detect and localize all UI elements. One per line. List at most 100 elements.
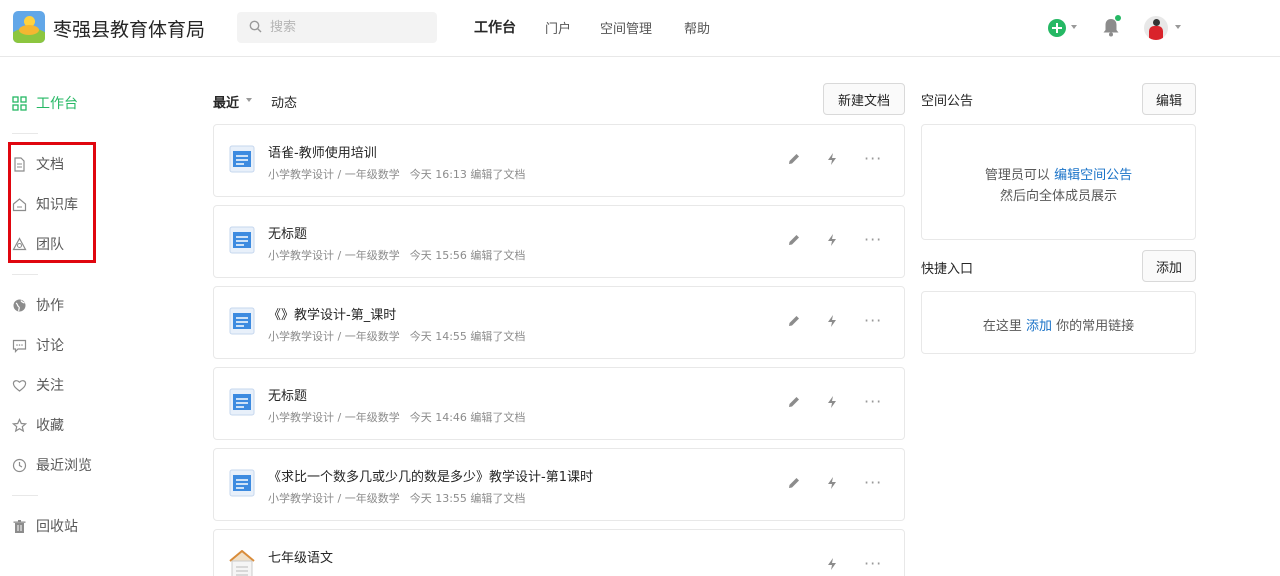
edit-icon[interactable] bbox=[787, 233, 801, 247]
document-time: 今天 14:46 编辑了文档 bbox=[409, 411, 526, 424]
filter-chevron-down-icon[interactable] bbox=[246, 98, 252, 102]
more-options-icon[interactable]: ··· bbox=[864, 149, 882, 168]
edit-icon[interactable] bbox=[787, 314, 801, 328]
new-document-button[interactable]: 新建文档 bbox=[823, 83, 905, 115]
document-card[interactable]: 《求比一个数多几或少几的数是多少》教学设计-第1课时 小学教学设计 / 一年级数学… bbox=[213, 448, 905, 521]
globe-icon bbox=[13, 299, 26, 311]
sidebar-item-trash[interactable]: 回收站 bbox=[12, 515, 78, 537]
document-path[interactable]: 小学教学设计 / 一年级数学 bbox=[268, 330, 400, 343]
lightning-icon[interactable] bbox=[826, 395, 838, 409]
search-box[interactable] bbox=[237, 12, 437, 43]
highlight-box bbox=[8, 142, 96, 263]
user-avatar[interactable] bbox=[1144, 16, 1168, 40]
document-card[interactable]: 无标题小学教学设计 / 一年级数学 今天 14:46 编辑了文档 ··· bbox=[213, 367, 905, 440]
more-options-icon[interactable]: ··· bbox=[864, 230, 882, 249]
document-card[interactable]: 七年级语文 ··· bbox=[213, 529, 905, 576]
document-card[interactable]: 无标题小学教学设计 / 一年级数学 今天 15:56 编辑了文档 ··· bbox=[213, 205, 905, 278]
document-meta: 小学教学设计 / 一年级数学 今天 14:55 编辑了文档 bbox=[268, 328, 525, 344]
document-time: 今天 16:13 编辑了文档 bbox=[409, 168, 526, 181]
sidebar-item-label: 最近浏览 bbox=[36, 458, 92, 474]
notice-panel: 管理员可以 编辑空间公告 然后向全体成员展示 bbox=[921, 124, 1196, 240]
trash-icon bbox=[13, 519, 26, 533]
notice-title: 空间公告 bbox=[921, 94, 974, 109]
more-options-icon[interactable]: ··· bbox=[864, 554, 882, 573]
document-title[interactable]: 《》教学设计-第_课时 bbox=[268, 304, 396, 323]
document-card[interactable]: 语雀-教师使用培训小学教学设计 / 一年级数学 今天 16:13 编辑了文档 ··· bbox=[213, 124, 905, 197]
top-header: 枣强县教育体育局 工作台 门户 空间管理 帮助 bbox=[0, 0, 1280, 57]
nav-space-management[interactable]: 空间管理 bbox=[600, 18, 652, 37]
more-options-icon[interactable]: ··· bbox=[864, 392, 882, 411]
heart-icon bbox=[12, 379, 27, 392]
document-time: 今天 15:56 编辑了文档 bbox=[409, 249, 526, 262]
sidebar-item-label: 收藏 bbox=[36, 418, 64, 434]
nav-portal[interactable]: 门户 bbox=[545, 18, 571, 37]
quick-links-panel: 在这里 添加 你的常用链接 bbox=[921, 291, 1196, 354]
grid-icon bbox=[12, 95, 27, 111]
document-card[interactable]: 《》教学设计-第_课时小学教学设计 / 一年级数学 今天 14:55 编辑了文档 ·… bbox=[213, 286, 905, 359]
document-meta: 小学教学设计 / 一年级数学 今天 15:56 编辑了文档 bbox=[268, 247, 525, 263]
filter-recent[interactable]: 最近 bbox=[213, 92, 239, 111]
notice-edit-button[interactable]: 编辑 bbox=[1142, 83, 1196, 115]
sidebar-item-label: 回收站 bbox=[36, 519, 78, 535]
document-path[interactable]: 小学教学设计 / 一年级数学 bbox=[268, 249, 400, 262]
document-title[interactable]: 七年级语文 bbox=[268, 547, 333, 566]
nav-help[interactable]: 帮助 bbox=[684, 18, 710, 37]
sidebar-divider bbox=[12, 274, 38, 275]
document-meta bbox=[268, 571, 278, 576]
knowledge-base-icon bbox=[229, 549, 255, 576]
document-path[interactable]: 小学教学设计 / 一年级数学 bbox=[268, 411, 400, 424]
document-title[interactable]: 无标题 bbox=[268, 385, 307, 404]
brand-logo[interactable] bbox=[13, 11, 45, 43]
create-plus-button[interactable] bbox=[1048, 19, 1066, 37]
sidebar-divider bbox=[12, 495, 38, 496]
edit-icon[interactable] bbox=[787, 395, 801, 409]
document-icon bbox=[229, 388, 255, 420]
sidebar-item-label: 讨论 bbox=[36, 338, 64, 354]
notice-line-2: 然后向全体成员展示 bbox=[999, 189, 1117, 204]
search-input[interactable] bbox=[270, 17, 420, 38]
document-icon bbox=[229, 307, 255, 339]
sidebar-item-recent[interactable]: 最近浏览 bbox=[12, 454, 92, 476]
filter-activity[interactable]: 动态 bbox=[271, 92, 297, 111]
document-time: 今天 14:55 编辑了文档 bbox=[409, 330, 526, 343]
sidebar-item-follow[interactable]: 关注 bbox=[12, 374, 64, 396]
lightning-icon[interactable] bbox=[826, 152, 838, 166]
document-icon bbox=[229, 226, 255, 258]
edit-icon[interactable] bbox=[787, 152, 801, 166]
notice-line-1: 管理员可以 编辑空间公告 bbox=[984, 168, 1133, 183]
document-path[interactable]: 小学教学设计 / 一年级数学 bbox=[268, 168, 400, 181]
document-icon bbox=[229, 145, 255, 177]
lightning-icon[interactable] bbox=[826, 476, 838, 490]
sidebar-item-workbench[interactable]: 工作台 bbox=[12, 92, 78, 114]
more-options-icon[interactable]: ··· bbox=[864, 473, 882, 492]
document-meta: 小学教学设计 / 一年级数学 今天 14:46 编辑了文档 bbox=[268, 409, 525, 425]
star-icon bbox=[12, 417, 27, 432]
lightning-icon[interactable] bbox=[826, 233, 838, 247]
search-icon bbox=[249, 20, 262, 33]
more-options-icon[interactable]: ··· bbox=[864, 311, 882, 330]
document-path[interactable]: 小学教学设计 / 一年级数学 bbox=[268, 492, 400, 505]
brand-name[interactable]: 枣强县教育体育局 bbox=[53, 15, 205, 42]
document-title[interactable]: 《求比一个数多几或少几的数是多少》教学设计-第1课时 bbox=[268, 466, 593, 485]
add-quick-link[interactable]: 添加 bbox=[1026, 319, 1052, 334]
document-icon bbox=[229, 469, 255, 501]
sidebar-item-discuss[interactable]: 讨论 bbox=[12, 334, 64, 356]
document-meta: 小学教学设计 / 一年级数学 今天 16:13 编辑了文档 bbox=[268, 166, 525, 182]
quick-links-add-button[interactable]: 添加 bbox=[1142, 250, 1196, 282]
document-title[interactable]: 无标题 bbox=[268, 223, 307, 242]
comment-icon bbox=[12, 339, 27, 353]
sidebar-item-label: 协作 bbox=[36, 298, 64, 314]
edit-icon[interactable] bbox=[787, 476, 801, 490]
document-meta: 小学教学设计 / 一年级数学 今天 13:55 编辑了文档 bbox=[268, 490, 525, 506]
document-title[interactable]: 语雀-教师使用培训 bbox=[268, 142, 377, 161]
lightning-icon[interactable] bbox=[826, 314, 838, 328]
avatar-chevron-down-icon[interactable] bbox=[1175, 25, 1181, 29]
create-chevron-down-icon[interactable] bbox=[1071, 25, 1077, 29]
nav-workbench[interactable]: 工作台 bbox=[474, 17, 516, 37]
sidebar-item-collab[interactable]: 协作 bbox=[12, 294, 64, 316]
quick-links-text: 在这里 添加 你的常用链接 bbox=[982, 319, 1135, 334]
lightning-icon[interactable] bbox=[826, 557, 838, 571]
edit-notice-link[interactable]: 编辑空间公告 bbox=[1054, 168, 1132, 183]
clock-icon bbox=[12, 458, 27, 472]
sidebar-item-favorites[interactable]: 收藏 bbox=[12, 414, 64, 436]
